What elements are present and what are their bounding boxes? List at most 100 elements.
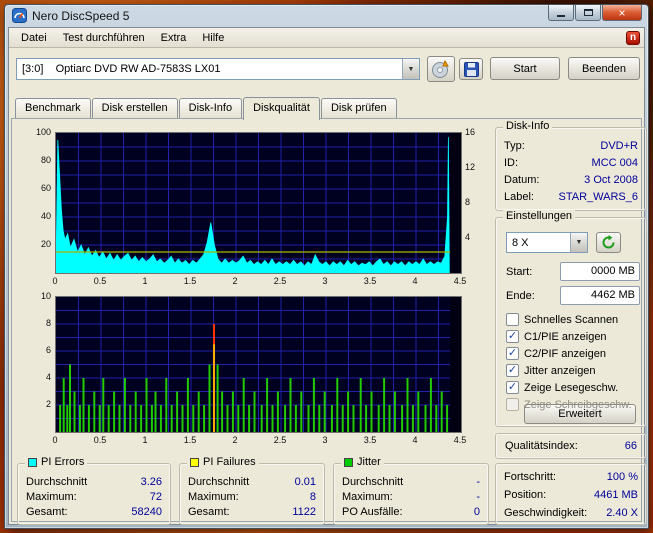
- checkbox-schnelles-scannen[interactable]: Schnelles Scannen: [506, 312, 642, 327]
- stat-value: -: [476, 491, 480, 503]
- maximize-icon: [583, 9, 593, 16]
- info-value: DVD+R: [600, 140, 638, 152]
- statbox-title: PI Failures: [187, 456, 259, 468]
- refresh-button[interactable]: [596, 232, 621, 253]
- statbox-name: PI Errors: [41, 456, 85, 468]
- save-button[interactable]: [459, 58, 483, 80]
- tab-disk-pr-fen[interactable]: Disk prüfen: [320, 98, 397, 118]
- stat-value: 72: [149, 491, 162, 503]
- y-tick-label: 80: [40, 155, 51, 165]
- tab-disk-erstellen[interactable]: Disk erstellen: [91, 98, 178, 118]
- quit-button[interactable]: Beenden: [568, 57, 640, 80]
- burn-button[interactable]: [427, 56, 455, 82]
- info-label: Datum:: [504, 174, 540, 186]
- app-icon-svg: [12, 8, 27, 23]
- checkbox-zeige-schreibgeschw[interactable]: Zeige Schreibgeschw.: [506, 397, 642, 412]
- x-tick-label: 4.5: [453, 435, 467, 445]
- info-value: 3 Oct 2008: [584, 174, 638, 186]
- info-value: MCC 004: [591, 157, 638, 169]
- checkbox-label: Zeige Lesegeschw.: [524, 381, 619, 394]
- stat-row: Durchschnitt -: [342, 476, 480, 488]
- stat-row: Maximum: -: [342, 491, 480, 503]
- speed-select-value: 8 X: [512, 236, 529, 249]
- quality-index-value: 66: [624, 440, 637, 452]
- x-tick-label: 4: [412, 435, 418, 445]
- stat-row: Gesamt: 1122: [188, 506, 316, 518]
- progress-row: Position: 4461 MB: [504, 489, 638, 501]
- nero-logo-icon: n: [626, 30, 640, 45]
- progress-label: Position:: [504, 489, 547, 501]
- statbox-name: Jitter: [357, 456, 381, 468]
- statbox-name: PI Failures: [203, 456, 256, 468]
- checkbox-box: [506, 313, 519, 326]
- menu-item-extra[interactable]: Extra: [153, 29, 195, 47]
- stat-value: 8: [309, 491, 316, 503]
- start-button[interactable]: Start: [490, 57, 560, 80]
- diskqualitaet-page: Disk-Info Typ: DVD+R ID: MCC 004 Datum: 3 Oct…: [11, 118, 647, 525]
- pi-errors-legend-swatch: [28, 457, 37, 467]
- stat-row: Durchschnitt 0.01: [188, 476, 316, 488]
- drive-select[interactable]: [3:0] Optiarc DVD RW AD-7583S LX01 ▼: [16, 58, 420, 80]
- field-label: Start:: [506, 265, 533, 278]
- stat-value: 0: [473, 506, 480, 518]
- info-label: Label:: [504, 191, 534, 203]
- close-button[interactable]: ×: [602, 5, 642, 21]
- minimize-button[interactable]: [548, 5, 574, 21]
- y-tick-label: 2: [45, 399, 51, 409]
- start-input[interactable]: 0000 MB: [560, 262, 640, 281]
- window-controls: ×: [547, 5, 642, 21]
- y2-tick-label: 16: [465, 127, 476, 137]
- tab-diskqualit-t[interactable]: Diskqualität: [243, 97, 320, 120]
- tab-disk-info[interactable]: Disk-Info: [178, 98, 243, 118]
- stat-label: Maximum:: [342, 491, 393, 503]
- x-tick-label: 4.5: [453, 276, 467, 286]
- checkbox-zeige-lesegeschw[interactable]: ✓ Zeige Lesegeschw.: [506, 380, 642, 395]
- y-tick-label: 6: [45, 345, 51, 355]
- pif-chart: [55, 296, 462, 433]
- maximize-button[interactable]: [575, 5, 601, 21]
- menubar: Datei Test durchführen Extra Hilfe n: [9, 28, 644, 48]
- setting-field-row: Ende: 4462 MB: [506, 286, 640, 305]
- statbox-pi-failures: PI Failures Durchschnitt 0.01 Maximum: 8 Gesa…: [179, 456, 325, 525]
- y2-tick-label: 8: [465, 197, 471, 207]
- stat-value: 58240: [131, 506, 162, 518]
- checkbox-jitter-anzeigen[interactable]: ✓ Jitter anzeigen: [506, 363, 642, 378]
- chevron-down-icon[interactable]: ▼: [402, 59, 419, 79]
- x-tick-label: 0: [52, 435, 58, 445]
- window-title: Nero DiscSpeed 5: [32, 9, 130, 23]
- x-tick-label: 0.5: [93, 435, 107, 445]
- checkbox-box: ✓: [506, 330, 519, 343]
- speed-select[interactable]: 8 X ▼: [506, 232, 588, 253]
- info-label: Typ:: [504, 140, 525, 152]
- x-tick-label: 2.5: [273, 435, 287, 445]
- checkbox-label: Zeige Schreibgeschw.: [524, 398, 632, 411]
- menu-item-datei[interactable]: Datei: [13, 29, 55, 47]
- stat-value: 1122: [292, 506, 316, 518]
- stat-value: 0.01: [294, 476, 316, 488]
- disk-info-row: Label: STAR_WARS_6: [504, 191, 638, 203]
- y-tick-label: 10: [40, 291, 51, 301]
- menu-item-test-durchf-hren[interactable]: Test durchführen: [55, 29, 153, 47]
- ende-input[interactable]: 4462 MB: [560, 286, 640, 305]
- y-tick-label: 100: [35, 127, 51, 137]
- x-tick-label: 0: [52, 276, 58, 286]
- statbox-jitter: Jitter Durchschnitt - Maximum: - PO Ausfälle:…: [333, 456, 489, 525]
- pi-failures-legend-swatch: [190, 457, 199, 467]
- stat-row: Maximum: 8: [188, 491, 316, 503]
- stat-label: Durchschnitt: [26, 476, 88, 488]
- progress-row: Geschwindigkeit: 2.40 X: [504, 507, 638, 519]
- progress-value: 100 %: [606, 471, 638, 483]
- menu-item-hilfe[interactable]: Hilfe: [194, 29, 232, 47]
- tab-benchmark[interactable]: Benchmark: [15, 98, 91, 118]
- settings-group: Einstellungen 8 X ▼ Erweitert Start: 0000…: [495, 210, 647, 427]
- settings-group-title: Einstellungen: [503, 210, 576, 222]
- checkbox-label: Jitter anzeigen: [524, 364, 596, 377]
- titlebar[interactable]: Nero DiscSpeed 5 ×: [5, 5, 648, 27]
- checkbox-c1-pie-anzeigen[interactable]: ✓ C1/PIE anzeigen: [506, 329, 642, 344]
- stat-row: Durchschnitt 3.26: [26, 476, 162, 488]
- chevron-down-icon[interactable]: ▼: [570, 233, 587, 252]
- checkbox-c2-pif-anzeigen[interactable]: ✓ C2/PIF anzeigen: [506, 346, 642, 361]
- x-tick-label: 2: [232, 276, 238, 286]
- disk-info-row: Typ: DVD+R: [504, 140, 638, 152]
- y-tick-label: 60: [40, 183, 51, 193]
